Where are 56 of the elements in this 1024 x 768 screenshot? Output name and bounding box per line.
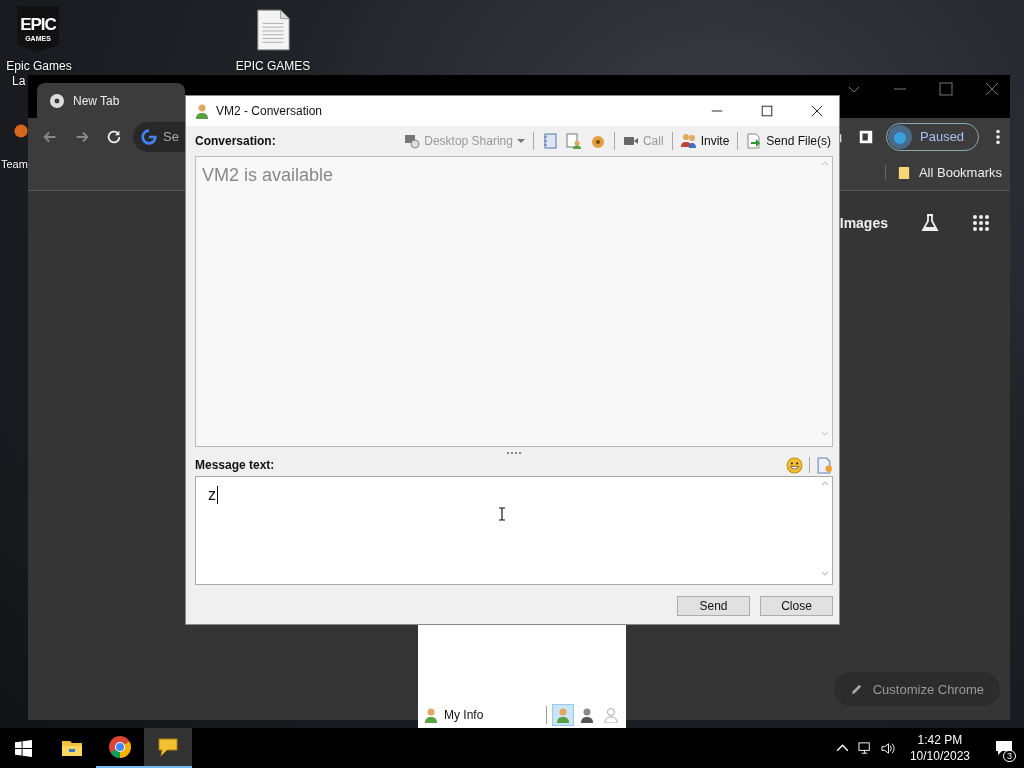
maximize-icon[interactable] xyxy=(760,104,774,118)
browser-logo-icon xyxy=(49,92,65,109)
person-icon xyxy=(423,707,439,723)
invite-button[interactable]: Invite xyxy=(678,133,732,149)
file-arrow-icon xyxy=(746,133,763,149)
section-label: Conversation: xyxy=(195,134,276,148)
tab-title: New Tab xyxy=(73,93,120,108)
monitor-icon xyxy=(404,133,421,149)
window-title: VM2 - Conversation xyxy=(216,104,324,118)
notifications-button[interactable]: 3 xyxy=(984,728,1024,768)
flask-icon[interactable] xyxy=(920,213,940,233)
logo-text: EPIC xyxy=(20,15,56,34)
bookmark-folder[interactable]: All Bookmarks xyxy=(884,165,1002,180)
my-info-button[interactable]: My Info xyxy=(423,707,546,723)
side-panel-icon[interactable] xyxy=(858,128,874,145)
menu-icon[interactable] xyxy=(995,127,1002,146)
volume-icon[interactable] xyxy=(880,740,896,756)
notification-count: 3 xyxy=(1003,750,1016,762)
notebook-icon[interactable] xyxy=(541,133,558,149)
person-icon xyxy=(194,103,210,119)
icon-label: Team xyxy=(1,157,28,172)
smiley-icon[interactable] xyxy=(786,456,803,474)
caret-icon xyxy=(516,137,525,145)
browser-logo-icon xyxy=(108,735,132,759)
text-cursor-icon xyxy=(498,507,506,521)
speech-bubble-icon xyxy=(156,735,180,759)
apps-grid-icon[interactable] xyxy=(972,214,990,232)
close-button[interactable]: Close xyxy=(760,595,833,616)
google-icon xyxy=(140,127,158,146)
taskbar-chat-button[interactable] xyxy=(144,728,192,768)
people-icon xyxy=(680,133,697,149)
pencil-icon xyxy=(849,682,863,696)
message-input[interactable]: z xyxy=(195,476,833,585)
browser-tab[interactable]: New Tab xyxy=(37,83,185,118)
document-icon[interactable] xyxy=(256,9,290,51)
customize-chrome-button[interactable]: Customize Chrome xyxy=(833,672,1000,706)
network-icon[interactable] xyxy=(857,740,873,756)
section-label: Message text: xyxy=(195,458,276,472)
close-icon[interactable] xyxy=(810,104,824,118)
person-icon xyxy=(579,707,595,723)
icon-label: EPIC GAMES xyxy=(235,59,311,74)
images-link[interactable]: Images xyxy=(839,215,888,231)
icon-label: Epic Games xyxy=(6,59,72,74)
splitter-grip-icon[interactable] xyxy=(506,451,522,455)
clock[interactable]: 1:42 PM 10/10/2023 xyxy=(909,732,970,764)
person-icon xyxy=(603,707,619,723)
send-file-button[interactable]: Send File(s) xyxy=(744,133,833,149)
avatar-icon xyxy=(888,124,912,149)
folder-icon xyxy=(897,165,910,180)
windows-start-icon[interactable] xyxy=(15,739,32,757)
icon-label: La xyxy=(11,74,26,89)
status-message: VM2 is available xyxy=(202,165,334,186)
person-icon xyxy=(555,707,571,723)
info-person-icon[interactable] xyxy=(565,133,582,149)
send-button[interactable]: Send xyxy=(677,595,750,616)
gear-icon[interactable] xyxy=(589,133,606,149)
